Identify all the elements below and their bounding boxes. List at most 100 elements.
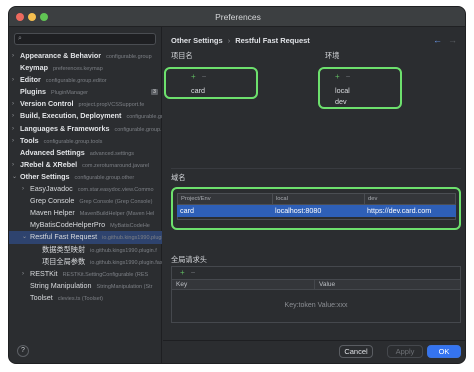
sidebar-item-label: Maven Helper MavenBuildHelper (Maven Hel — [30, 207, 154, 219]
sidebar-item-name: RESTKit — [30, 268, 58, 278]
chevron-down-icon[interactable]: ⌄ — [12, 171, 20, 183]
sidebar-item[interactable]: › RESTKit RESTKit.SettingConfigurable (RES — [9, 268, 162, 280]
update-count-badge: 3 — [151, 89, 158, 96]
global-headers-label: 全局请求头 — [171, 255, 207, 264]
sidebar-item-label: 项目全局参数 io.github.kings1990.plugin.fastre — [42, 256, 162, 268]
sidebar-item[interactable]: Toolset clevies.ts (Toolset) — [9, 292, 162, 304]
sidebar-item-name: Other Settings — [20, 171, 70, 181]
env-item[interactable]: local — [335, 86, 350, 95]
sidebar-item[interactable]: › EasyJavadoc com.star.easydoc.view.Commo — [9, 183, 162, 195]
sidebar-item[interactable]: 项目全局参数 io.github.kings1990.plugin.fastre — [9, 256, 162, 268]
project-item[interactable]: card — [191, 86, 205, 95]
sidebar-item[interactable]: Maven Helper MavenBuildHelper (Maven Hel — [9, 207, 162, 219]
sidebar-item[interactable]: › Build, Execution, Deployment configurabl… — [9, 110, 162, 122]
sidebar-item[interactable]: Plugins PluginManager 3 — [9, 86, 162, 98]
sidebar-item-id: project.propVCSSupport.fe — [78, 102, 145, 109]
domain-local-cell[interactable]: localhost:8080 — [272, 205, 364, 217]
sidebar-item-id: io.github.kings1990.plugin — [102, 235, 162, 242]
chevron-right-icon[interactable]: › — [12, 110, 20, 122]
chevron-right-icon[interactable]: › — [12, 135, 20, 147]
chevron-right-icon[interactable]: › — [22, 183, 30, 195]
ok-button[interactable]: OK — [427, 345, 461, 358]
add-header-button[interactable]: + — [180, 268, 185, 277]
domain-dev-cell[interactable]: https://dev.card.com — [364, 205, 454, 217]
sidebar-item[interactable]: Advanced Settings advanced.settings — [9, 147, 162, 159]
sidebar-item-id: com.star.easydoc.view.Commo — [77, 187, 154, 194]
sidebar-item-name: Advanced Settings — [20, 147, 85, 157]
table-bottom — [177, 217, 456, 220]
sidebar-item[interactable]: › Languages & Frameworks configurable.grou… — [9, 123, 162, 135]
sidebar-item[interactable]: › Appearance & Behavior configurable.group — [9, 50, 162, 62]
sidebar-item[interactable]: › Tools configurable.group.tools — [9, 135, 162, 147]
sidebar-item[interactable]: › Version Control project.propVCSSupport.f… — [9, 98, 162, 110]
global-headers-table: + − Key Value Key:token Value:xxx — [171, 266, 461, 323]
column-header[interactable]: local — [273, 194, 365, 204]
headers-table-header: Key Value — [172, 279, 460, 290]
chevron-right-icon[interactable]: › — [12, 159, 20, 171]
sidebar-item-name: 项目全局参数 — [42, 256, 86, 266]
sidebar-item-label: EasyJavadoc com.star.easydoc.view.Commo — [30, 183, 154, 195]
sidebar-item-name: Build, Execution, Deployment — [20, 111, 122, 121]
sidebar-item-id: configurable.group.editor — [45, 78, 107, 85]
chevron-right-icon[interactable]: › — [12, 98, 20, 110]
remove-project-button[interactable]: − — [202, 72, 207, 81]
add-env-button[interactable]: + — [335, 72, 340, 81]
sidebar-item-id: preferences.keymap — [52, 66, 103, 73]
sidebar-item-name: Keymap — [20, 63, 48, 73]
settings-content: Other Settings › Restful Fast Request ← → … — [163, 27, 465, 363]
chevron-right-icon[interactable]: › — [12, 123, 20, 135]
sidebar-item-id: clevies.ts (Toolset) — [57, 295, 104, 302]
sidebar-item[interactable]: ⌄ Restful Fast Request io.github.kings1990… — [9, 231, 162, 244]
chevron-down-icon[interactable]: ⌄ — [22, 231, 30, 243]
sidebar-item[interactable]: › JRebel & XRebel com.zeroturnaround.javar… — [9, 159, 162, 171]
breadcrumb-current: Restful Fast Request — [235, 36, 310, 45]
column-header[interactable]: Project/Env — [178, 194, 273, 204]
sidebar-item[interactable]: ⌄ Other Settings configurable.group.other — [9, 171, 162, 183]
sidebar-item-label: RESTKit RESTKit.SettingConfigurable (RES — [30, 268, 148, 280]
sidebar-item-id: MavenBuildHelper (Maven Hel — [79, 211, 155, 218]
domain-project-cell[interactable]: card — [177, 205, 272, 217]
sidebar-item[interactable]: MyBatisCodeHelperPro MyBatisCodeHe — [9, 219, 162, 231]
column-header[interactable]: Key — [172, 280, 315, 289]
help-button[interactable]: ? — [17, 345, 29, 357]
sidebar-item[interactable]: Grep Console Grep Console (Grep Console) — [9, 195, 162, 207]
breadcrumb-parent[interactable]: Other Settings — [171, 36, 223, 45]
sidebar-item-name: Grep Console — [30, 196, 75, 206]
sidebar-item-name: 数据类型映射 — [42, 244, 86, 254]
settings-search-input[interactable]: ⌕ — [14, 33, 156, 45]
remove-env-button[interactable]: − — [346, 72, 351, 81]
domain-table-header: Project/Env local dev — [177, 193, 456, 205]
sidebar-item[interactable]: String Manipulation StringManipulation (S… — [9, 280, 162, 292]
back-arrow-icon[interactable]: ← — [433, 35, 442, 45]
add-project-button[interactable]: + — [191, 72, 196, 81]
sidebar-item-name: String Manipulation — [30, 280, 92, 290]
breadcrumb: Other Settings › Restful Fast Request — [171, 36, 310, 45]
sidebar-item-name: Editor — [20, 75, 41, 85]
column-header[interactable]: Value — [315, 280, 460, 289]
envs-label: 环境 — [325, 51, 340, 60]
preferences-window: Preferences ⌕ › Appearance & Behavior conf… — [8, 6, 466, 364]
sidebar-item[interactable]: 数据类型映射 io.github.kings1990.plugin.f — [9, 244, 162, 256]
chevron-right-icon[interactable]: › — [22, 268, 30, 280]
sidebar-item-name: JRebel & XRebel — [20, 159, 78, 169]
forward-arrow-icon[interactable]: → — [448, 35, 457, 45]
column-header[interactable]: dev — [365, 194, 455, 204]
sidebar-item[interactable]: › Editor configurable.group.editor — [9, 74, 162, 86]
sidebar-item-label: Advanced Settings advanced.settings — [20, 147, 134, 159]
sidebar-item[interactable]: Keymap preferences.keymap — [9, 62, 162, 74]
sidebar-item-label: Build, Execution, Deployment configurable… — [20, 110, 162, 122]
chevron-right-icon[interactable]: › — [12, 74, 20, 86]
chevron-right-icon[interactable]: › — [12, 50, 20, 62]
remove-header-button[interactable]: − — [191, 268, 196, 277]
sidebar-item-label: 数据类型映射 io.github.kings1990.plugin.f — [42, 244, 157, 256]
sidebar-item-label: Restful Fast Request io.github.kings1990.… — [30, 231, 162, 243]
env-item[interactable]: dev — [335, 97, 347, 106]
table-row[interactable]: card localhost:8080 https://dev.card.com — [177, 205, 456, 217]
projects-label: 项目名 — [171, 51, 193, 60]
sidebar-item-name: Version Control — [20, 99, 74, 109]
settings-sidebar: ⌕ › Appearance & Behavior configurable.gro… — [9, 27, 162, 363]
cancel-button[interactable]: Cancel — [339, 345, 373, 358]
apply-button[interactable]: Apply — [387, 345, 423, 358]
envs-list: + − local dev — [318, 67, 402, 109]
sidebar-item-id: MyBatisCodeHe — [110, 223, 150, 230]
